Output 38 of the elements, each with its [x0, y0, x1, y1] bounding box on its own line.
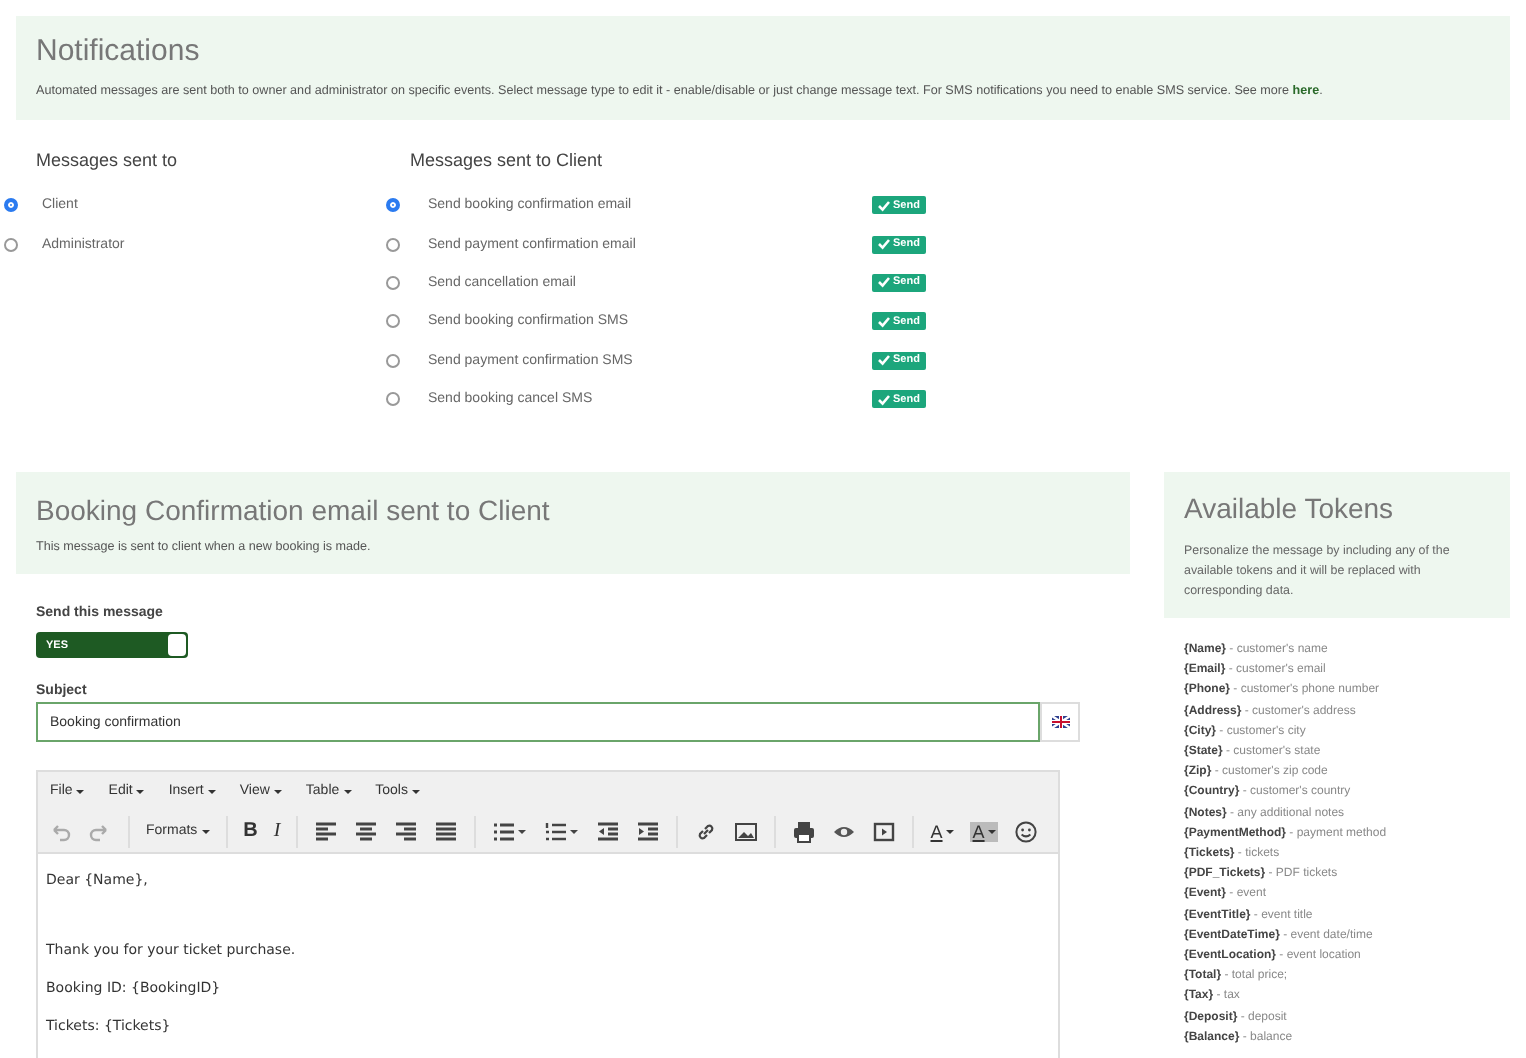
- flag-icon: [1051, 716, 1070, 728]
- italic-button[interactable]: I: [273, 820, 281, 842]
- link-icon[interactable]: [694, 819, 719, 843]
- column-heading: Messages sent to Client: [410, 148, 605, 174]
- numbered-list-icon[interactable]: [544, 819, 581, 843]
- check-icon: [878, 354, 890, 367]
- align-right-icon[interactable]: [394, 819, 419, 843]
- check-icon: [878, 238, 890, 251]
- media-icon[interactable]: [872, 819, 897, 843]
- outdent-icon[interactable]: [596, 819, 621, 843]
- panel-title: Notifications: [36, 34, 202, 70]
- align-left-icon[interactable]: [314, 819, 339, 843]
- bullet-list-icon[interactable]: [492, 819, 529, 843]
- language-button[interactable]: [1040, 702, 1080, 742]
- justify-icon[interactable]: [434, 819, 459, 843]
- panel-title: Available Tokens: [1184, 490, 1396, 526]
- radio-button[interactable]: [386, 314, 400, 329]
- background-color-button[interactable]: A: [970, 821, 999, 841]
- smiley-icon[interactable]: [1014, 819, 1039, 843]
- panel-title: Booking Confirmation email sent to Client: [36, 492, 552, 528]
- image-icon[interactable]: [734, 819, 759, 843]
- check-icon: [878, 315, 890, 328]
- column-heading: Messages sent to: [36, 148, 180, 174]
- radio-button[interactable]: [386, 237, 400, 252]
- radio-button[interactable]: [386, 392, 400, 407]
- radio-button[interactable]: [386, 198, 400, 213]
- text-color-button[interactable]: A: [930, 821, 955, 841]
- align-center-icon[interactable]: [354, 819, 379, 843]
- radio-button[interactable]: [386, 353, 400, 368]
- bold-button[interactable]: B: [243, 820, 258, 842]
- indent-icon[interactable]: [636, 819, 661, 843]
- check-icon: [878, 276, 890, 289]
- radio-button[interactable]: [4, 237, 18, 252]
- check-icon: [878, 199, 890, 212]
- check-icon: [878, 393, 890, 406]
- radio-button[interactable]: [386, 275, 400, 290]
- radio-button[interactable]: [4, 198, 18, 213]
- print-icon[interactable]: [792, 819, 817, 843]
